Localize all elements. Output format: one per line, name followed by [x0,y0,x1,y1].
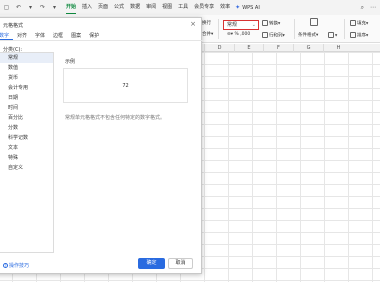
search-icon[interactable]: ⌕ [361,4,364,12]
conditional-format-label: 条件格式 [298,33,316,38]
category-item-text[interactable]: 文本 [0,143,53,153]
number-format-value: 常规 [227,22,238,28]
menu-efficiency[interactable]: 效率 [217,0,233,15]
save-icon[interactable]: ▢ [3,4,10,11]
ribbon-divider [344,19,345,39]
category-item-special[interactable]: 特殊 [0,153,53,163]
tips-label: 操作技巧 [9,263,30,269]
wrap-text-button[interactable]: 换行 [202,20,211,26]
category-item-fraction[interactable]: 分数 [0,123,53,133]
menu-view[interactable]: 视图 [159,0,175,15]
tab-number[interactable]: 数字 [0,32,14,40]
sort-label: 排序 [357,33,366,39]
category-item-currency[interactable]: 货币 [0,73,53,83]
tab-font[interactable]: 字体 [31,32,49,40]
tab-alignment[interactable]: 对齐 [13,32,31,40]
thousand-icon: ,000 [240,32,251,37]
category-list: 常规 数值 货币 会计专用 日期 时间 百分比 分数 科学记数 文本 特殊 自定… [0,52,54,253]
currency-icon: ⊖ [227,32,231,37]
merge-label: 合并 [202,32,211,37]
category-item-accounting[interactable]: 会计专用 [0,83,53,93]
percent-icon: % [234,32,239,37]
spreadsheet-app: ▢ ↶ ▾ ↷ ▾ 开始 插入 页面 公式 数据 审阅 视图 工具 会员专享 效… [0,0,380,282]
ok-button[interactable]: 确定 [138,258,165,269]
redo-icon[interactable]: ↷ [39,4,46,11]
category-item-date[interactable]: 日期 [0,93,53,103]
dialog-tabs: 数字 对齐 字体 边框 图案 保护 [0,32,203,41]
column-header[interactable]: F [263,44,293,52]
rowcol-label: 行和列 [269,33,283,39]
menu-formula[interactable]: 公式 [111,0,127,15]
tips-link[interactable]: ? 操作技巧 [3,262,29,269]
convert-button[interactable]: 转换▾ [262,20,280,27]
convert-label: 转换 [269,21,278,27]
style-icon[interactable] [310,18,319,26]
menu-data[interactable]: 数据 [127,0,143,15]
menu-insert[interactable]: 插入 [79,0,95,15]
sparkle-icon: ✦ [235,4,241,11]
redo-more-icon[interactable]: ▾ [51,4,58,11]
menu-bar: ▢ ↶ ▾ ↷ ▾ 开始 插入 页面 公式 数据 审阅 视图 工具 会员专享 效… [0,0,380,15]
menu-review[interactable]: 审阅 [143,0,159,15]
menubar-right: ⌕ ⋯ [361,4,380,12]
column-header[interactable]: D [204,44,234,52]
format-description: 常规单元格格式不包含任何特定的数字格式。 [65,115,166,121]
column-header[interactable]: H [323,44,353,52]
menu-tools[interactable]: 工具 [175,0,191,15]
fill-button[interactable]: 填充▾ [350,20,368,27]
tab-pattern[interactable]: 图案 [67,32,85,40]
chevron-down-icon: ⌄ [251,22,256,28]
sort-button[interactable]: 排序▾ [350,32,368,39]
fill-icon [350,20,356,26]
menu-home[interactable]: 开始 [63,0,79,15]
category-item-number[interactable]: 数值 [0,63,53,73]
format-cells-dialog: 元格格式 × 数字 对齐 字体 边框 图案 保护 分类(C): 常规 数值 货币… [0,17,203,274]
close-icon[interactable]: × [190,20,196,28]
rowcol-button[interactable]: 行和列▾ [262,32,285,39]
currency-format-button[interactable]: ⊖▾ % ,000 [227,32,250,37]
undo-more-icon[interactable]: ▾ [27,4,34,11]
menu-tabs: 开始 插入 页面 公式 数据 审阅 视图 工具 会员专享 效率 ✦ WPS AI [63,0,260,15]
wps-ai-label: WPS AI [242,4,260,11]
tab-protection[interactable]: 保护 [85,32,103,40]
undo-icon[interactable]: ↶ [15,4,22,11]
sample-preview: 72 [63,68,188,103]
number-format-dropdown[interactable]: 常规 ⌄ [223,20,259,30]
quick-access-toolbar: ▢ ↶ ▾ ↷ ▾ [0,4,58,11]
more-icon[interactable]: ⋯ [370,4,376,12]
column-header[interactable]: E [234,44,263,52]
ribbon-divider [294,19,295,39]
ribbon-divider [218,19,219,39]
conditional-format-button[interactable]: 条件格式▾ [298,32,318,38]
wrap-label: 换行 [202,21,211,26]
sort-icon [350,32,356,38]
cell-style-icon[interactable]: ▾ [328,32,337,39]
sample-label: 示例 [65,59,76,65]
column-header[interactable]: G [293,44,323,52]
help-icon: ? [3,263,8,268]
merge-button[interactable]: 合并▾ [202,31,213,37]
category-item-percentage[interactable]: 百分比 [0,113,53,123]
rowcol-icon [262,32,268,38]
category-item-scientific[interactable]: 科学记数 [0,133,53,143]
category-item-time[interactable]: 时间 [0,103,53,113]
cancel-button[interactable]: 取消 [168,258,193,269]
wps-ai-button[interactable]: ✦ WPS AI [235,4,260,11]
tab-border[interactable]: 边框 [49,32,67,40]
fill-label: 填充 [357,21,366,27]
menu-member[interactable]: 会员专享 [191,0,217,15]
category-item-custom[interactable]: 自定义 [0,163,53,173]
menu-page[interactable]: 页面 [95,0,111,15]
dialog-title: 元格格式 [3,23,24,29]
convert-icon [262,20,268,26]
category-item-general[interactable]: 常规 [0,53,53,63]
